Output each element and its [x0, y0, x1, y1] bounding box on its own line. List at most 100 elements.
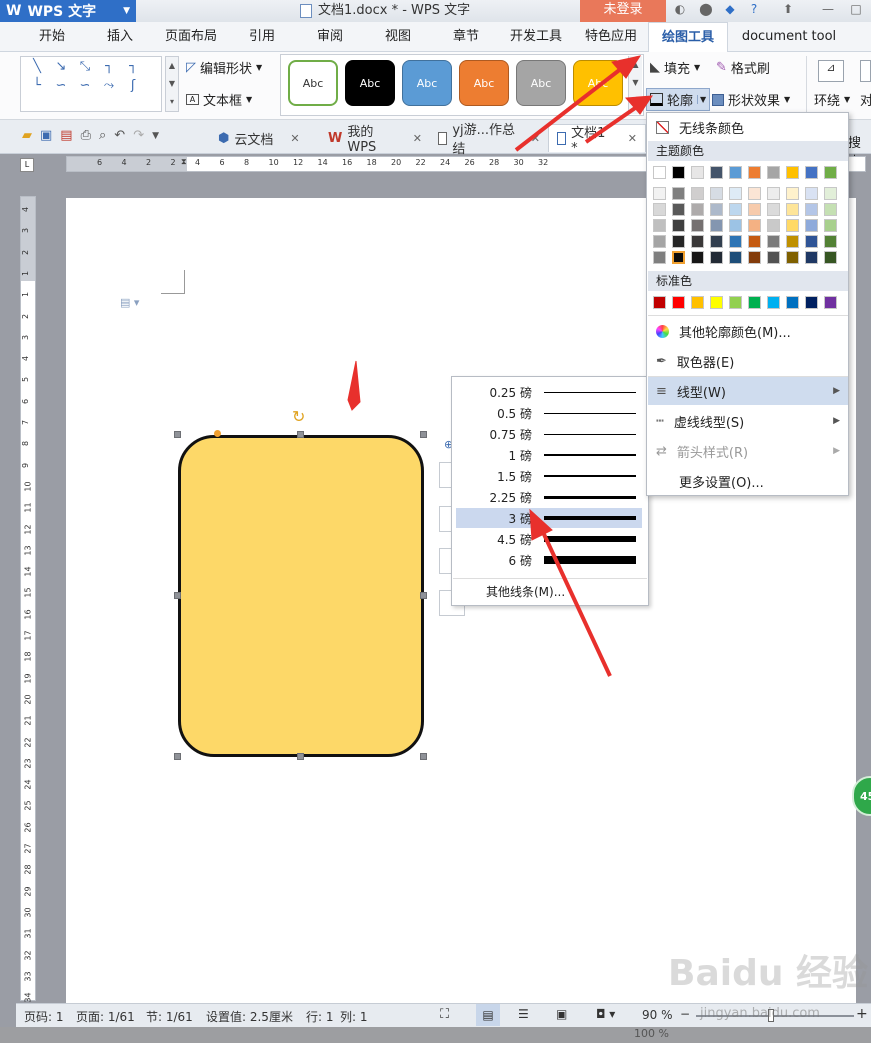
zoom-level[interactable]: 90 %	[642, 1008, 673, 1022]
theme-shade-swatch[interactable]	[653, 203, 666, 216]
vertical-ruler[interactable]: 4 3 2 1 1 2 3 4 5 6 7 8 9 10 11 12 13 14 15 16 17 18 19 20 21 22 2…	[20, 196, 36, 1003]
theme-shade-swatch[interactable]	[672, 235, 685, 248]
fullscreen-icon[interactable]: ⛶	[440, 1007, 449, 1022]
format-painter-button[interactable]: ✎ 格式刷	[716, 58, 770, 77]
theme-shade-swatch[interactable]	[691, 187, 704, 200]
line-weight-option[interactable]: 1 磅	[456, 445, 642, 465]
theme-shade-swatch[interactable]	[805, 219, 818, 232]
style-white-green[interactable]: Abc	[288, 60, 338, 106]
rounded-rectangle-shape[interactable]	[178, 435, 424, 757]
tab-document-tool[interactable]: document tool	[736, 22, 842, 52]
theme-shade-swatch[interactable]	[729, 251, 742, 264]
theme-shade-swatch[interactable]	[824, 251, 837, 264]
theme-shade-swatch[interactable]	[653, 235, 666, 248]
tab-chapter[interactable]: 章节	[440, 22, 492, 52]
line-weight-option[interactable]: 0.5 磅	[456, 403, 642, 423]
theme-shade-swatch[interactable]	[672, 219, 685, 232]
resize-handle-se[interactable]	[420, 753, 427, 760]
restore-window-icon[interactable]: ⬆	[780, 2, 796, 18]
standard-color-swatch[interactable]	[824, 296, 837, 309]
theme-shade-swatch[interactable]	[653, 251, 666, 264]
shape-gallery[interactable]: ╲ ↘ ⤡ ┐ ┐ └ ∽ ∽ ⤳ ʃ	[20, 56, 162, 112]
theme-color-swatch[interactable]	[672, 166, 685, 179]
theme-shade-swatch[interactable]	[786, 219, 799, 232]
maximize-icon[interactable]: □	[848, 2, 864, 18]
theme-shade-swatch[interactable]	[672, 251, 685, 264]
theme-shade-swatch[interactable]	[672, 203, 685, 216]
elbow-arrow-icon[interactable]: ┐	[121, 59, 145, 74]
eye-protect-icon[interactable]: ◘ ▾	[596, 1007, 615, 1021]
standard-color-swatch[interactable]	[710, 296, 723, 309]
wrap-icon[interactable]: ⊿	[818, 60, 844, 82]
print-icon[interactable]: ⎙	[81, 128, 91, 144]
theme-shade-swatch[interactable]	[691, 203, 704, 216]
style-orange[interactable]: Abc	[459, 60, 509, 106]
redo-icon[interactable]: ↷	[133, 128, 144, 144]
theme-shade-swatch[interactable]	[786, 251, 799, 264]
paste-options-icon[interactable]: ▤ ▾	[120, 296, 139, 309]
theme-shade-swatch[interactable]	[805, 251, 818, 264]
standard-color-swatch[interactable]	[691, 296, 704, 309]
line-weight-option[interactable]: 2.25 磅	[456, 487, 642, 507]
resize-handle-w[interactable]	[174, 592, 181, 599]
elbow-double-arrow-icon[interactable]: └	[25, 78, 49, 93]
theme-shade-swatch[interactable]	[748, 203, 761, 216]
indent-marker-icon[interactable]: ⧗	[181, 157, 189, 171]
skin-icon[interactable]: ◐	[672, 2, 688, 18]
fill-button[interactable]: ◣ 填充 ▼	[650, 58, 700, 77]
curved-connector-icon[interactable]: ∽	[49, 78, 73, 93]
close-icon[interactable]: ✕	[628, 132, 637, 145]
standard-color-swatch[interactable]	[672, 296, 685, 309]
theme-shade-swatch[interactable]	[691, 235, 704, 248]
standard-color-swatch[interactable]	[805, 296, 818, 309]
tab-view[interactable]: 视图	[372, 22, 424, 52]
rotate-handle-icon[interactable]: ↻	[292, 407, 305, 426]
theme-color-swatch[interactable]	[653, 166, 666, 179]
login-button[interactable]: 未登录	[580, 0, 666, 22]
theme-shade-swatch[interactable]	[805, 203, 818, 216]
theme-shade-swatch[interactable]	[767, 203, 780, 216]
tab-developer[interactable]: 开发工具	[502, 22, 570, 52]
resize-handle-n[interactable]	[297, 431, 304, 438]
theme-color-swatch[interactable]	[805, 166, 818, 179]
theme-shade-swatch[interactable]	[805, 235, 818, 248]
tab-start[interactable]: 开始	[24, 22, 80, 52]
theme-shade-swatch[interactable]	[748, 187, 761, 200]
theme-shade-swatch[interactable]	[729, 235, 742, 248]
resize-handle-e[interactable]	[420, 592, 427, 599]
theme-shade-swatch[interactable]	[767, 219, 780, 232]
theme-shade-swatch[interactable]	[710, 203, 723, 216]
theme-shade-swatch[interactable]	[748, 235, 761, 248]
close-icon[interactable]: ✕	[531, 132, 540, 145]
curved-arrow-icon[interactable]: ∽	[73, 78, 97, 93]
theme-shade-swatch[interactable]	[805, 187, 818, 200]
theme-shade-swatch[interactable]	[710, 219, 723, 232]
tab-insert[interactable]: 插入	[92, 22, 148, 52]
theme-shade-swatch[interactable]	[767, 235, 780, 248]
resize-handle-sw[interactable]	[174, 753, 181, 760]
style-gallery-more[interactable]: ▲ ▼ ▾	[628, 56, 642, 114]
theme-color-swatch[interactable]	[824, 166, 837, 179]
style-blue[interactable]: Abc	[402, 60, 452, 106]
dash-type-item[interactable]: ┅ 虚线线型(S) ▶	[648, 407, 848, 435]
settings-icon[interactable]: ⬤	[698, 2, 714, 18]
align-button[interactable]: 对	[860, 90, 871, 109]
page-view-icon[interactable]: ▤	[476, 1004, 500, 1026]
style-gray[interactable]: Abc	[516, 60, 566, 106]
export-pdf-icon[interactable]: ▤	[60, 128, 72, 144]
shape-effect-button[interactable]: 形状效果 ▼	[712, 90, 790, 109]
outline-view-icon[interactable]: ☰	[518, 1007, 529, 1021]
theme-shade-swatch[interactable]	[710, 187, 723, 200]
theme-shade-swatch[interactable]	[653, 187, 666, 200]
minimize-icon[interactable]: —	[820, 2, 836, 18]
edit-shape-button[interactable]: ◸ 编辑形状 ▼	[186, 58, 262, 77]
more-settings-item[interactable]: 更多设置(O)...	[648, 467, 848, 495]
theme-color-swatch[interactable]	[710, 166, 723, 179]
adjust-handle[interactable]	[214, 430, 221, 437]
standard-color-swatch[interactable]	[653, 296, 666, 309]
arrow-shape-icon[interactable]: ↘	[49, 59, 73, 74]
theme-shade-swatch[interactable]	[824, 235, 837, 248]
theme-shade-swatch[interactable]	[824, 219, 837, 232]
line-weight-option[interactable]: 0.75 磅	[456, 424, 642, 444]
curved-double-arrow-icon[interactable]: ⤳	[97, 78, 121, 93]
